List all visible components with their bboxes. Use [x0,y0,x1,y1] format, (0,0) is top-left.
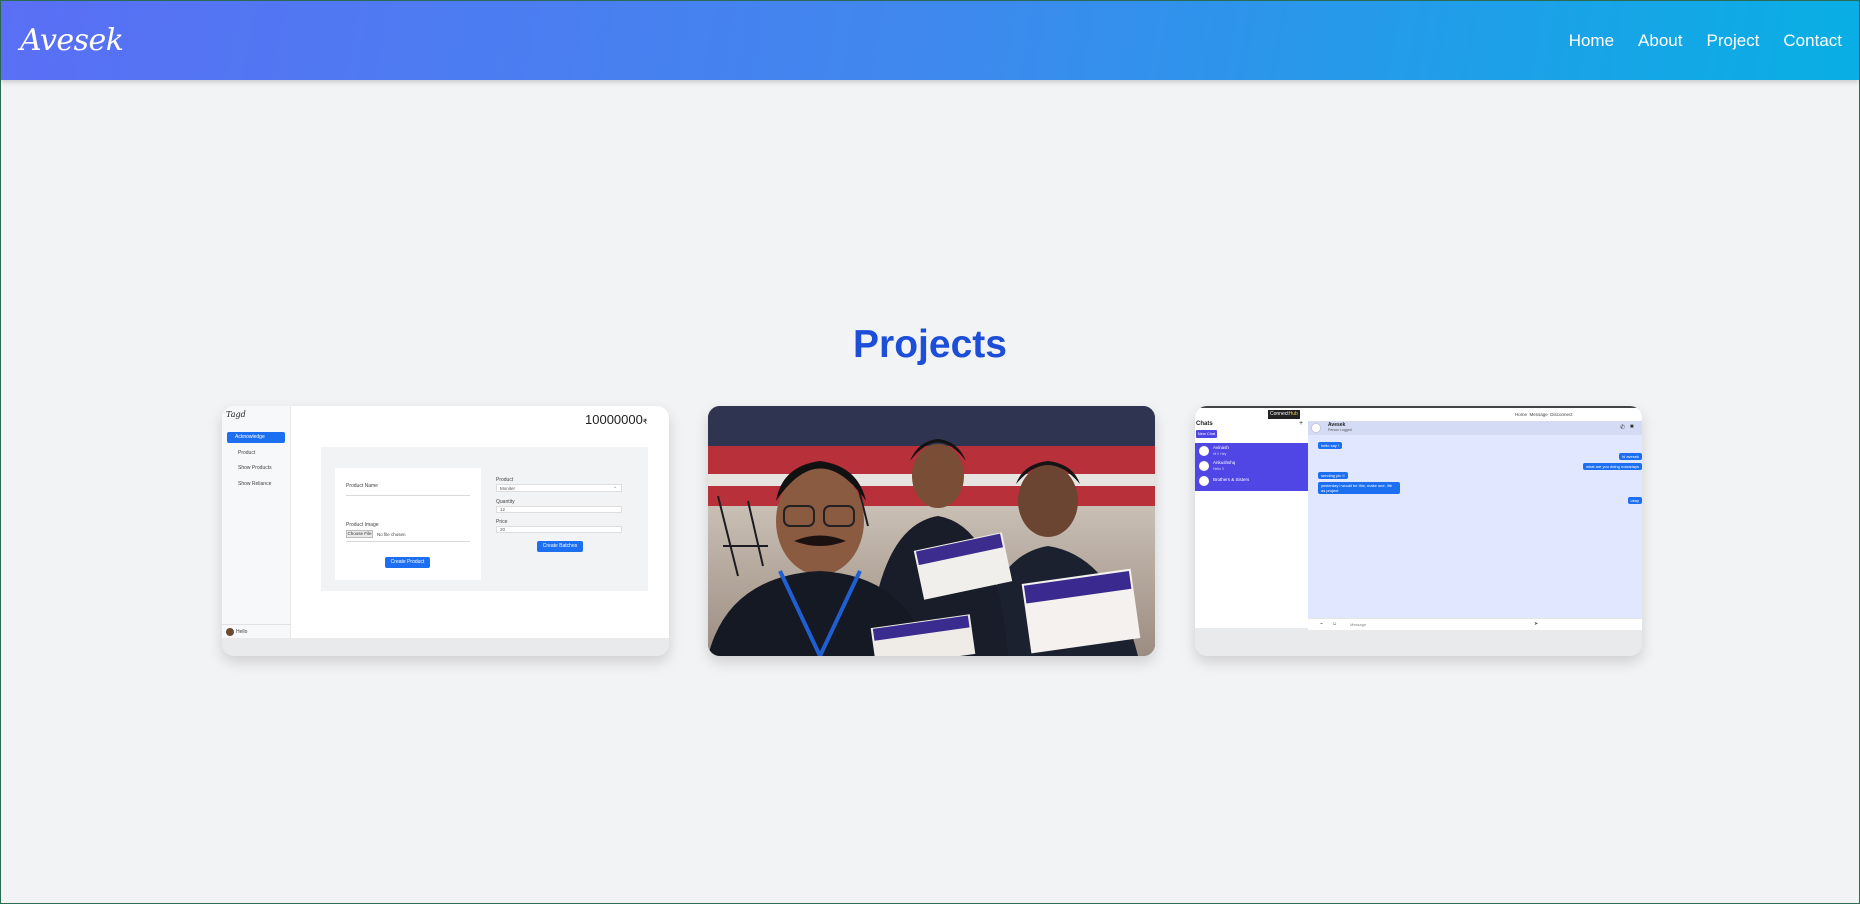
phone-icon: ✆ [1620,425,1626,431]
chat-brand-b: Hub [1288,411,1298,417]
user-avatar [226,628,234,636]
balance-suffix: ₹ [642,419,648,426]
contact-name: Brothers & Sisters [1213,477,1250,482]
send-icon: ➤ [1534,621,1539,627]
nav-links: Home About Project Contact [1569,31,1842,51]
message-bubble-outgoing: what are you doing nowadays [1583,463,1642,470]
chat-window: Avesek Person Logged ✆ ■ hello say ! hi … [1308,421,1642,618]
chat-sidebar: Chats + New Chat Avinash Hi !! Hey Ankus… [1195,419,1308,628]
user-name: Hello [236,629,248,635]
sidebar-item-show-products: Show Products [238,465,272,471]
quantity-label: Quantity [496,499,515,505]
create-product-form: Product Name Product Image Choose File N… [335,468,481,580]
chat-top-links: Home Message Disconnect [1515,412,1573,417]
price-input: 20 [496,526,622,533]
sidebar-item-product: Product [238,450,256,456]
contact-name: Ankushshq [1213,460,1236,465]
message-bubble-incoming: hello say ! [1318,442,1343,449]
new-chat-button: New Chat [1196,430,1217,438]
forms-panel: Product Name Product Image Choose File N… [321,447,648,591]
chat-screenshot: ConnectHub Home Message Disconnect Chats… [1195,406,1642,630]
project-card-chat-app[interactable]: ConnectHub Home Message Disconnect Chats… [1195,406,1642,656]
contact-preview: Hello !! [1213,467,1224,471]
nav-project-link[interactable]: Project [1706,31,1759,51]
contact-avatar [1199,461,1209,471]
product-image-label: Product Image [346,522,379,528]
select-chevron-icon: ⌄ [613,484,618,490]
sidebar-divider [222,624,291,625]
emoji-icon: ☺ [1332,621,1338,627]
create-product-button: Create Product [385,557,430,568]
balance-counter: 10000000₹ [585,412,647,427]
message-bubble-incoming: yesterday i would be this, make one, lif… [1318,482,1400,494]
chat-brand-a: Connect [1270,411,1289,417]
message-bubble-outgoing: okay [1627,497,1642,504]
sidebar-item-show-reliance: Show Reliance [238,481,272,487]
video-icon: ■ [1630,424,1634,430]
chats-title: Chats [1196,421,1213,427]
file-input-line [346,541,470,542]
inventory-logo: Tagd [226,410,246,419]
product-select-label: Product [496,477,514,483]
create-batches-button: Create Batches [537,541,583,552]
chat-input: Message [1350,622,1367,627]
choose-file-button: Choose File [346,530,373,538]
inventory-sidebar: Tagd Acknowledge Product Show Products S… [222,406,291,638]
attach-icon: ⌁ [1320,621,1324,627]
chat-user-avatar [1311,423,1321,433]
contact-preview: Hi !! Hey [1213,452,1227,456]
product-select: Moniter [496,484,622,492]
chat-brand: ConnectHub [1268,410,1300,419]
nav-contact-link[interactable]: Contact [1783,31,1842,51]
add-chat-icon: + [1299,420,1304,427]
project-card-inventory[interactable]: Tagd Acknowledge Product Show Products S… [222,406,669,656]
quantity-input: 12 [496,506,622,513]
contact-list: Avinash Hi !! Hey Ankushshq Hello !! Bro… [1195,443,1308,491]
projects-title: Projects [853,323,1007,366]
no-file-label: No file chosen [377,532,406,537]
product-name-input [346,495,470,496]
inventory-screenshot: Tagd Acknowledge Product Show Products S… [222,406,669,638]
chat-user-status: Person Logged [1328,428,1352,432]
nav-home-link[interactable]: Home [1569,31,1614,51]
nav-about-link[interactable]: About [1638,31,1682,51]
chat-header: Avesek Person Logged ✆ ■ [1308,421,1642,435]
chat-input-bar: ⌁ ☺ Message ➤ [1308,618,1642,630]
sidebar-item-acknowledge: Acknowledge [227,432,285,443]
contact-avatar [1199,476,1209,486]
message-bubble-outgoing: hi avesek [1619,453,1642,460]
team-photo [708,406,1155,656]
navbar: Avesek Home About Project Contact [1,1,1859,80]
price-label: Price [496,519,508,525]
message-bubble-incoming: sending pic !! [1318,472,1348,479]
balance-value: 10000000 [585,412,643,427]
project-card-team-photo[interactable] [708,406,1155,656]
logo[interactable]: Avesek [20,23,124,58]
product-name-label: Product Name [346,483,378,489]
contact-name: Avinash [1213,445,1229,450]
contact-avatar [1199,446,1209,456]
